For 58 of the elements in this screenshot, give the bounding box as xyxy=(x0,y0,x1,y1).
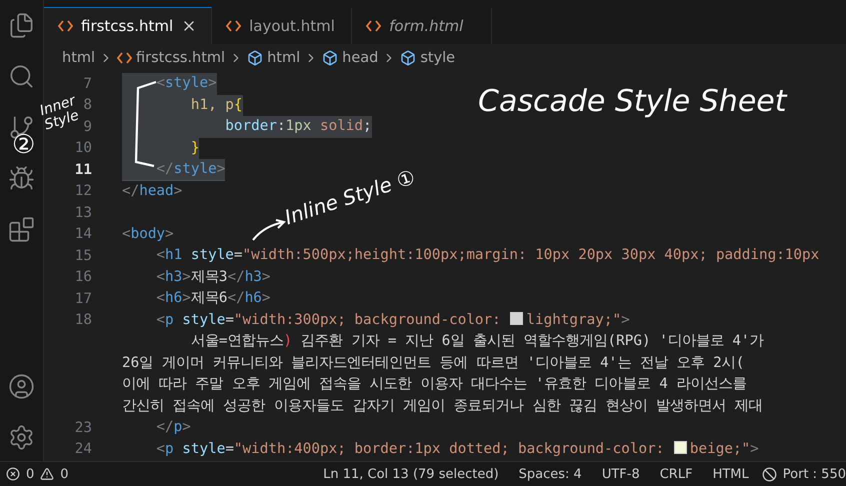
handwritten-title: Cascade Style Sheet xyxy=(478,84,786,119)
handwritten-number: ② xyxy=(12,132,36,158)
code-line: <p style="width:400px; border:1px dotted; background-color: beige;"> xyxy=(155,440,759,458)
error-count[interactable]: 0 xyxy=(26,466,34,482)
breadcrumb-item[interactable]: html xyxy=(267,50,300,66)
status-item[interactable]: CRLF xyxy=(652,466,700,482)
line-number: 11 xyxy=(74,162,92,178)
code-line: <h1 style="width:500px;height:100px;margin: 10px 20px 30px 40px; padding:10px xyxy=(155,246,820,265)
settings-icon[interactable] xyxy=(8,424,35,451)
code-icon xyxy=(117,52,132,64)
line-number: 23 xyxy=(74,420,92,436)
line-number: 24 xyxy=(74,441,92,458)
line-number: 7 xyxy=(83,76,92,92)
account-icon[interactable] xyxy=(8,373,35,400)
breadcrumb-item[interactable]: html xyxy=(62,50,96,66)
bug-icon[interactable] xyxy=(8,165,35,192)
handwritten-note: Inline Style ① xyxy=(282,166,418,228)
code-line: </p> xyxy=(155,418,191,437)
status-item[interactable]: HTML xyxy=(706,466,756,482)
editor-tab[interactable]: firstcss.html xyxy=(44,7,212,44)
line-number: 15 xyxy=(74,248,92,264)
handwritten-note: Inner Style xyxy=(38,92,82,134)
breadcrumb-item[interactable]: style xyxy=(420,50,456,66)
line-number: 13 xyxy=(74,204,92,221)
code-icon xyxy=(366,20,382,32)
blocks-icon[interactable] xyxy=(8,216,35,243)
code-icon xyxy=(226,20,242,32)
code-line: <h3>제목3</h3> xyxy=(155,268,271,286)
code-line: 서울=연합뉴스) 김주환 기자 = 지난 6일 출시된 역할수행게임(RPG) '디아블로 4'가 xyxy=(190,332,764,351)
line-number: 8 xyxy=(83,97,92,114)
files-icon[interactable] xyxy=(8,12,35,39)
code-line: 26일 게이머 커뮤니티와 블리자드엔터테인먼트 등에 따르면 '디아블로 4'는 전날 오후 2시( xyxy=(122,354,744,372)
line-number: 14 xyxy=(74,226,92,242)
no-entry-icon xyxy=(762,466,777,482)
line-number: 18 xyxy=(74,312,92,328)
line-number: 10 xyxy=(74,140,92,156)
error-icon xyxy=(6,467,20,481)
arrow-drawing xyxy=(250,218,288,242)
code-line: <p style="width:300px; background-color: lightgray;"> xyxy=(155,310,630,330)
code-line: 이에 따라 주말 오후 게임에 접속을 시도한 이용자 대다수는 '유효한 디아블로 4 라이선스를 xyxy=(122,375,747,394)
status-item[interactable]: UTF-8 xyxy=(594,466,647,482)
line-number: 16 xyxy=(74,269,92,286)
port-status[interactable]: Port : 550 xyxy=(782,466,846,482)
breadcrumb-item[interactable]: head xyxy=(342,50,378,66)
code-line: 간신히 접속에 성공한 이용자들도 갑자기 게임이 종료되거나 심한 끊김 현상이 발생하면서 제대 xyxy=(122,396,763,416)
code-line: </head> xyxy=(122,182,182,200)
search-icon[interactable] xyxy=(8,63,35,90)
warning-icon xyxy=(40,467,54,481)
status-item[interactable]: Ln 11, Col 13 (79 selected) xyxy=(316,466,506,482)
code-line: <h6>제목6</h6> xyxy=(155,289,271,308)
code-line: <body> xyxy=(122,224,174,244)
line-number: 17 xyxy=(74,290,92,307)
breadcrumb-item[interactable]: firstcss.html xyxy=(136,50,226,66)
line-number: 9 xyxy=(83,118,92,135)
warning-count[interactable]: 0 xyxy=(60,466,69,482)
status-item[interactable]: Spaces: 4 xyxy=(512,466,589,482)
code-icon xyxy=(58,20,73,32)
line-number: 12 xyxy=(74,183,92,200)
